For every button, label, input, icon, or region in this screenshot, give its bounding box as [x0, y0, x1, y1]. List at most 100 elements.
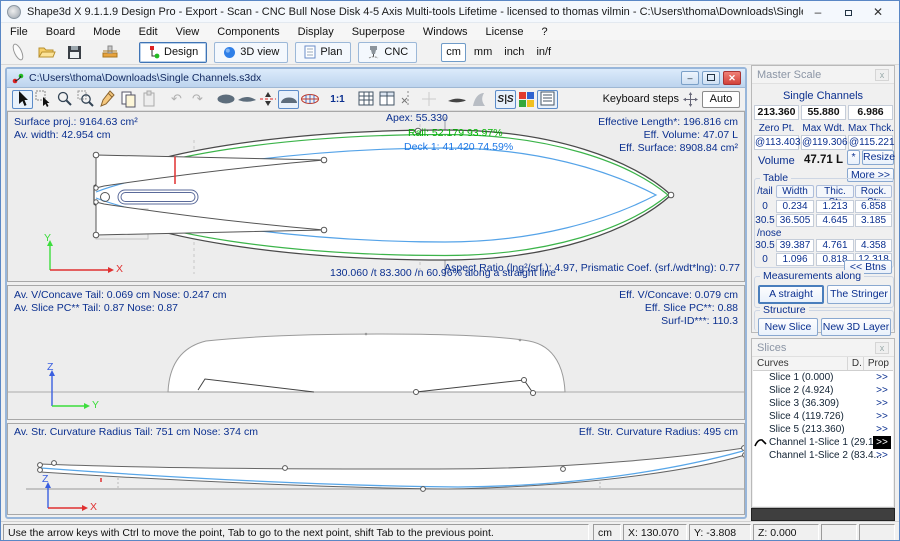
zoom-window-tool-icon[interactable] — [75, 90, 96, 109]
bottom-view-icon[interactable] — [236, 90, 257, 109]
doc-minimize-button[interactable]: – — [681, 71, 699, 85]
table-cell[interactable]: 4.358 — [855, 239, 892, 252]
rocker-view-canvas[interactable]: Av. Str. Curvature Radius Tail: 751 cm N… — [7, 423, 745, 515]
outline-view-icon[interactable] — [215, 90, 236, 109]
grid-icon[interactable] — [355, 90, 376, 109]
menu-edit[interactable]: Edit — [130, 25, 167, 39]
pan-tool-icon[interactable] — [96, 90, 117, 109]
doc-close-button[interactable]: ✕ — [723, 71, 741, 85]
deck-view-icon[interactable] — [278, 90, 299, 109]
max-wdt-value[interactable]: @119.306 — [801, 135, 846, 150]
symmetry-icon[interactable] — [257, 90, 278, 109]
paste-icon[interactable] — [138, 90, 159, 109]
panel-list-icon[interactable] — [537, 90, 558, 109]
list-item[interactable]: Slice 5 (213.360)>> — [753, 423, 893, 436]
undo-icon[interactable]: ↶ — [166, 90, 187, 109]
minimize-button[interactable]: – — [803, 5, 833, 19]
slice-view-canvas[interactable]: Av. V/Concave Tail: 0.069 cm Nose: 0.247… — [7, 285, 745, 420]
table-cell[interactable]: 39.387 — [776, 239, 814, 252]
zero-pt-value[interactable]: @113.403 — [754, 135, 799, 150]
select-points-tool-icon[interactable] — [33, 90, 54, 109]
table-cell[interactable]: 1.213 — [816, 200, 854, 213]
max-thck-value[interactable]: @115.221 — [848, 135, 893, 150]
straight-line-button[interactable]: A straight line — [758, 285, 824, 304]
list-item[interactable]: Slice 3 (36.309)>> — [753, 397, 893, 410]
prop-button[interactable]: >> — [873, 397, 891, 410]
open-file-icon[interactable] — [35, 42, 57, 62]
dimensions-icon[interactable] — [397, 90, 418, 109]
close-button[interactable]: ✕ — [863, 5, 893, 19]
table-cell[interactable]: 4.645 — [816, 214, 854, 227]
col-thic-str[interactable]: Thic. Str — [816, 185, 854, 198]
table-cell[interactable]: 0.234 — [776, 200, 814, 213]
menu-components[interactable]: Components — [208, 25, 288, 39]
menu-help[interactable]: ? — [532, 25, 556, 39]
col-rock-str[interactable]: Rock. Str — [855, 185, 892, 198]
machine-export-icon[interactable] — [99, 42, 121, 62]
stringer-button[interactable]: The Stringer — [827, 285, 891, 304]
prop-button[interactable]: >> — [873, 423, 891, 436]
menu-display[interactable]: Display — [289, 25, 343, 39]
col-d[interactable]: D. — [848, 357, 864, 370]
prop-button[interactable]: >> — [873, 449, 891, 462]
new-3d-layer-button[interactable]: New 3D Layer — [821, 318, 891, 336]
col-prop[interactable]: Prop — [864, 357, 893, 370]
menu-license[interactable]: License — [477, 25, 533, 39]
slices-close-icon[interactable]: x — [875, 342, 889, 354]
doc-maximize-button[interactable] — [702, 71, 720, 85]
list-item-selected[interactable]: Channel 1-Slice 1 (29.1...>> — [753, 436, 893, 449]
resize-button[interactable]: Resize — [862, 150, 894, 165]
prop-button[interactable]: >> — [873, 410, 891, 423]
slice-display-icon[interactable]: S|S — [495, 90, 516, 109]
list-item[interactable]: Slice 1 (0.000)>> — [753, 371, 893, 384]
copy-icon[interactable] — [117, 90, 138, 109]
one-to-one-icon[interactable]: 1:1 — [327, 90, 348, 109]
wireframe-view-icon[interactable] — [299, 90, 320, 109]
collapsed-panel-bar[interactable] — [751, 508, 895, 521]
new-slice-button[interactable]: New Slice — [758, 318, 818, 336]
fin-icon[interactable] — [467, 90, 488, 109]
menu-view[interactable]: View — [167, 25, 209, 39]
cnc-mode-button[interactable]: CNC — [358, 42, 417, 63]
auto-button[interactable]: Auto — [702, 91, 740, 108]
table-cell[interactable]: 4.761 — [816, 239, 854, 252]
zoom-in-tool-icon[interactable] — [54, 90, 75, 109]
table-cell[interactable]: 3.185 — [855, 214, 892, 227]
star-button[interactable]: * — [847, 150, 860, 165]
prop-button[interactable]: >> — [873, 371, 891, 384]
menu-board[interactable]: Board — [37, 25, 84, 39]
col-width[interactable]: Width — [776, 185, 814, 198]
prop-button[interactable]: >> — [873, 384, 891, 397]
slices-title-bar[interactable]: Slices x — [752, 339, 894, 357]
menu-windows[interactable]: Windows — [414, 25, 477, 39]
new-board-icon[interactable] — [7, 42, 29, 62]
3d-view-mode-button[interactable]: 3D view — [214, 42, 288, 63]
guidelines-icon[interactable] — [376, 90, 397, 109]
length-value[interactable]: 213.360 — [754, 105, 799, 120]
unit-cm[interactable]: cm — [441, 43, 466, 62]
list-item[interactable]: Slice 2 (4.924)>> — [753, 384, 893, 397]
list-item[interactable]: Slice 4 (119.726)>> — [753, 410, 893, 423]
design-mode-button[interactable]: Design — [139, 42, 207, 63]
master-scale-close-icon[interactable]: x — [875, 69, 889, 81]
table-cell[interactable]: 6.858 — [855, 200, 892, 213]
unit-inf[interactable]: in/f — [532, 43, 555, 62]
colors-icon[interactable] — [516, 90, 537, 109]
table-cell[interactable]: 36.505 — [776, 214, 814, 227]
master-scale-title-bar[interactable]: Master Scale x — [752, 66, 894, 84]
crosshair-icon[interactable] — [418, 90, 439, 109]
thickness-value[interactable]: 6.986 — [848, 105, 893, 120]
menu-file[interactable]: File — [1, 25, 37, 39]
outline-view-canvas[interactable]: Surface proj.: 9164.63 cm² Av. width: 42… — [7, 111, 745, 282]
document-title-bar[interactable]: C:\Users\thoma\Downloads\Single Channels… — [7, 69, 745, 88]
unit-inch[interactable]: inch — [500, 43, 528, 62]
col-curves[interactable]: Curves — [753, 357, 848, 370]
redo-icon[interactable]: ↷ — [187, 90, 208, 109]
maximize-button[interactable] — [833, 5, 863, 19]
menu-superpose[interactable]: Superpose — [343, 25, 414, 39]
outline-drawing[interactable] — [8, 112, 745, 281]
save-icon[interactable] — [63, 42, 85, 62]
unit-mm[interactable]: mm — [470, 43, 496, 62]
table-cell[interactable]: 1.096 — [776, 253, 814, 266]
list-item[interactable]: Channel 1-Slice 2 (83.4...>> — [753, 449, 893, 462]
